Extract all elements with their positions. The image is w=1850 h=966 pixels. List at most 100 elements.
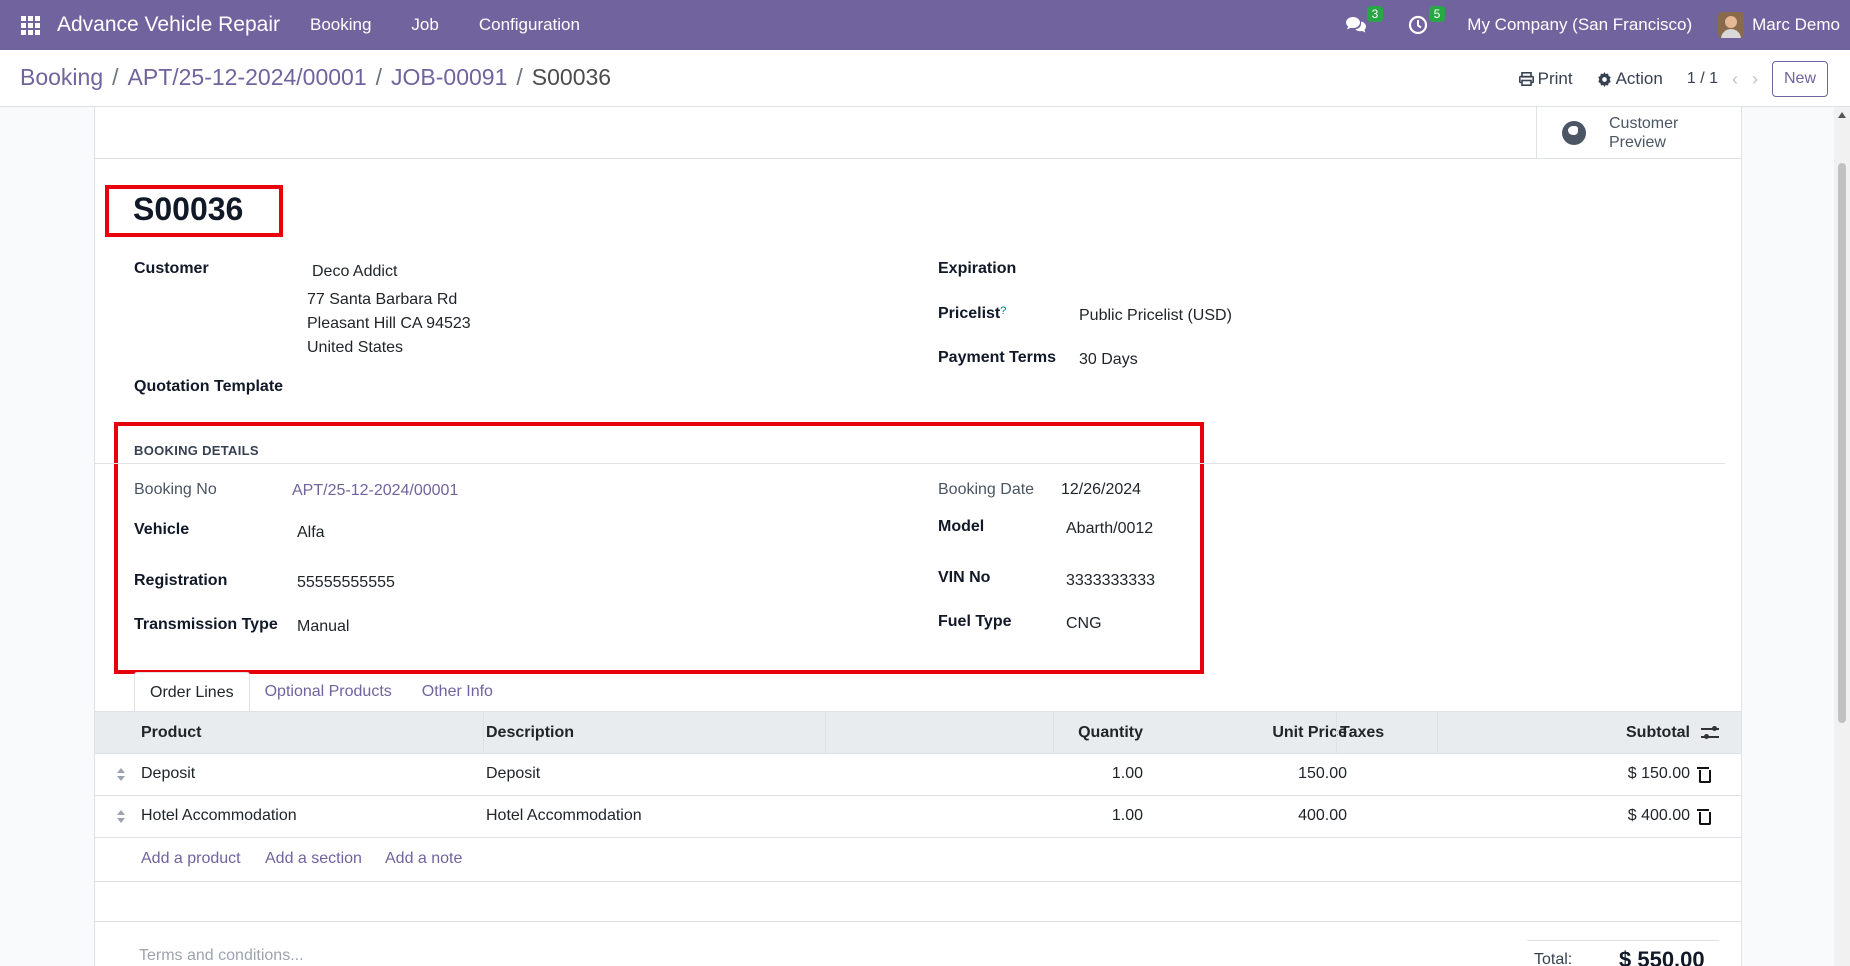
column-separator bbox=[1437, 712, 1438, 755]
pricelist-field[interactable]: Public Pricelist (USD) bbox=[1079, 307, 1232, 325]
add-product-link[interactable]: Add a product bbox=[141, 850, 241, 868]
row-unit-price[interactable]: 150.00 bbox=[1298, 765, 1347, 783]
breadcrumb: Booking / APT/25-12-2024/00001 / JOB-000… bbox=[20, 64, 611, 91]
page-scrollbar[interactable] bbox=[1834, 107, 1850, 966]
column-product[interactable]: Product bbox=[141, 724, 201, 742]
booking-date-label: Booking Date bbox=[938, 481, 1035, 498]
messages-icon[interactable]: 3 bbox=[1343, 6, 1384, 38]
row-unit-price[interactable]: 400.00 bbox=[1298, 807, 1347, 825]
expiration-field[interactable] bbox=[1079, 260, 1379, 280]
print-label: Print bbox=[1537, 69, 1573, 88]
transmission-label: Transmission Type bbox=[134, 616, 278, 633]
total-label: Total: bbox=[1534, 951, 1573, 966]
customer-preview-button[interactable]: Customer Preview bbox=[1536, 107, 1741, 159]
quotation-template-label: Quotation Template bbox=[134, 378, 284, 395]
printer-icon bbox=[1518, 72, 1534, 86]
column-quantity[interactable]: Quantity bbox=[1078, 724, 1143, 742]
user-menu[interactable]: Marc Demo bbox=[1752, 15, 1840, 35]
delete-line-icon[interactable] bbox=[1697, 809, 1711, 825]
model-label: Model bbox=[938, 518, 985, 535]
breadcrumb-appointment[interactable]: APT/25-12-2024/00001 bbox=[128, 64, 367, 91]
row-product[interactable]: Hotel Accommodation bbox=[141, 807, 297, 825]
pager-previous-icon[interactable]: ‹ bbox=[1732, 69, 1738, 90]
address-line: 77 Santa Barbara Rd bbox=[307, 291, 458, 308]
registration-field[interactable]: 55555555555 bbox=[297, 574, 395, 592]
customer-address: 77 Santa Barbara Rd Pleasant Hill CA 945… bbox=[307, 288, 471, 360]
control-panel: Booking / APT/25-12-2024/00001 / JOB-000… bbox=[0, 50, 1850, 107]
breadcrumb-booking[interactable]: Booking bbox=[20, 64, 103, 91]
column-description[interactable]: Description bbox=[486, 724, 574, 742]
menu-configuration[interactable]: Configuration bbox=[479, 15, 580, 35]
company-switcher[interactable]: My Company (San Francisco) bbox=[1467, 15, 1692, 35]
booking-no-link[interactable]: APT/25-12-2024/00001 bbox=[292, 482, 458, 500]
table-row[interactable]: Deposit Deposit 1.00 150.00 $ 150.00 bbox=[95, 754, 1741, 796]
booking-date-value: 12/26/2024 bbox=[1061, 481, 1142, 498]
transmission-field[interactable]: Manual bbox=[297, 618, 349, 636]
row-quantity[interactable]: 1.00 bbox=[1112, 765, 1143, 783]
column-subtotal[interactable]: Subtotal bbox=[1626, 724, 1690, 742]
action-label: Action bbox=[1615, 69, 1663, 88]
add-note-link[interactable]: Add a note bbox=[385, 850, 462, 868]
pricelist-help-icon[interactable]: ? bbox=[1000, 305, 1006, 317]
highlight-box-booking bbox=[114, 422, 1204, 674]
customer-field[interactable]: Deco Addict bbox=[312, 263, 397, 281]
row-quantity[interactable]: 1.00 bbox=[1112, 807, 1143, 825]
vehicle-label: Vehicle bbox=[134, 521, 190, 538]
pager-next-icon[interactable]: › bbox=[1752, 69, 1758, 90]
row-description[interactable]: Deposit bbox=[486, 765, 540, 783]
notebook-tabs: Order Lines Optional Products Other Info bbox=[134, 672, 508, 712]
section-divider bbox=[95, 463, 1725, 464]
total-divider bbox=[1527, 940, 1719, 941]
booking-no-label: Booking No bbox=[134, 481, 217, 498]
menu-job[interactable]: Job bbox=[411, 15, 438, 35]
new-button[interactable]: New bbox=[1771, 61, 1828, 97]
messages-badge: 3 bbox=[1366, 6, 1384, 22]
tab-order-lines[interactable]: Order Lines bbox=[134, 672, 250, 712]
apps-menu-icon[interactable] bbox=[0, 0, 60, 50]
optional-columns-icon[interactable] bbox=[1701, 725, 1719, 741]
empty-row bbox=[95, 882, 1741, 922]
scroll-up-icon[interactable] bbox=[1838, 112, 1846, 118]
column-taxes[interactable]: Taxes bbox=[1340, 724, 1384, 742]
row-subtotal: $ 400.00 bbox=[1627, 807, 1690, 824]
customer-label: Customer bbox=[134, 260, 209, 277]
row-description[interactable]: Hotel Accommodation bbox=[486, 807, 642, 825]
registration-label: Registration bbox=[134, 572, 228, 589]
tab-other-info[interactable]: Other Info bbox=[407, 672, 508, 712]
terms-and-conditions-field[interactable]: Terms and conditions... bbox=[139, 947, 304, 965]
model-field[interactable]: Abarth/0012 bbox=[1066, 520, 1153, 538]
row-product[interactable]: Deposit bbox=[141, 765, 195, 783]
column-separator bbox=[483, 712, 484, 755]
top-navbar: Advance Vehicle Repair Booking Job Confi… bbox=[0, 0, 1850, 50]
user-avatar[interactable] bbox=[1718, 12, 1745, 38]
vin-field[interactable]: 3333333333 bbox=[1066, 572, 1155, 590]
payment-terms-label: Payment Terms bbox=[938, 349, 1056, 366]
globe-icon bbox=[1562, 121, 1586, 145]
breadcrumb-job[interactable]: JOB-00091 bbox=[391, 64, 507, 91]
breadcrumb-current: S00036 bbox=[531, 64, 612, 90]
fuel-type-field[interactable]: CNG bbox=[1066, 615, 1102, 633]
breadcrumb-separator: / bbox=[112, 64, 119, 90]
table-row[interactable]: Hotel Accommodation Hotel Accommodation … bbox=[95, 796, 1741, 838]
vehicle-field[interactable]: Alfa bbox=[297, 524, 325, 542]
customer-preview-label: Customer Preview bbox=[1609, 115, 1679, 151]
add-line-row: Add a product Add a section Add a note bbox=[95, 838, 1741, 882]
delete-line-icon[interactable] bbox=[1697, 767, 1711, 783]
print-button[interactable]: Print bbox=[1518, 69, 1573, 89]
menu-booking[interactable]: Booking bbox=[310, 15, 371, 35]
column-separator bbox=[1336, 712, 1337, 755]
pager-value[interactable]: 1 / 1 bbox=[1687, 70, 1718, 88]
app-name[interactable]: Advance Vehicle Repair bbox=[57, 13, 280, 37]
column-separator bbox=[825, 712, 826, 755]
scrollbar-thumb[interactable] bbox=[1838, 163, 1846, 723]
total-value: $ 550.00 bbox=[1619, 947, 1705, 966]
smart-button-box: Customer Preview bbox=[95, 107, 1741, 159]
order-lines-header: Product Description Quantity Unit Price … bbox=[95, 711, 1741, 755]
action-button[interactable]: Action bbox=[1597, 69, 1663, 89]
add-section-link[interactable]: Add a section bbox=[265, 850, 362, 868]
activity-clock-icon[interactable]: 5 bbox=[1405, 6, 1446, 38]
record-name: S00036 bbox=[133, 191, 244, 227]
payment-terms-field[interactable]: 30 Days bbox=[1079, 351, 1138, 369]
address-line: United States bbox=[307, 339, 404, 356]
tab-optional-products[interactable]: Optional Products bbox=[250, 672, 407, 712]
